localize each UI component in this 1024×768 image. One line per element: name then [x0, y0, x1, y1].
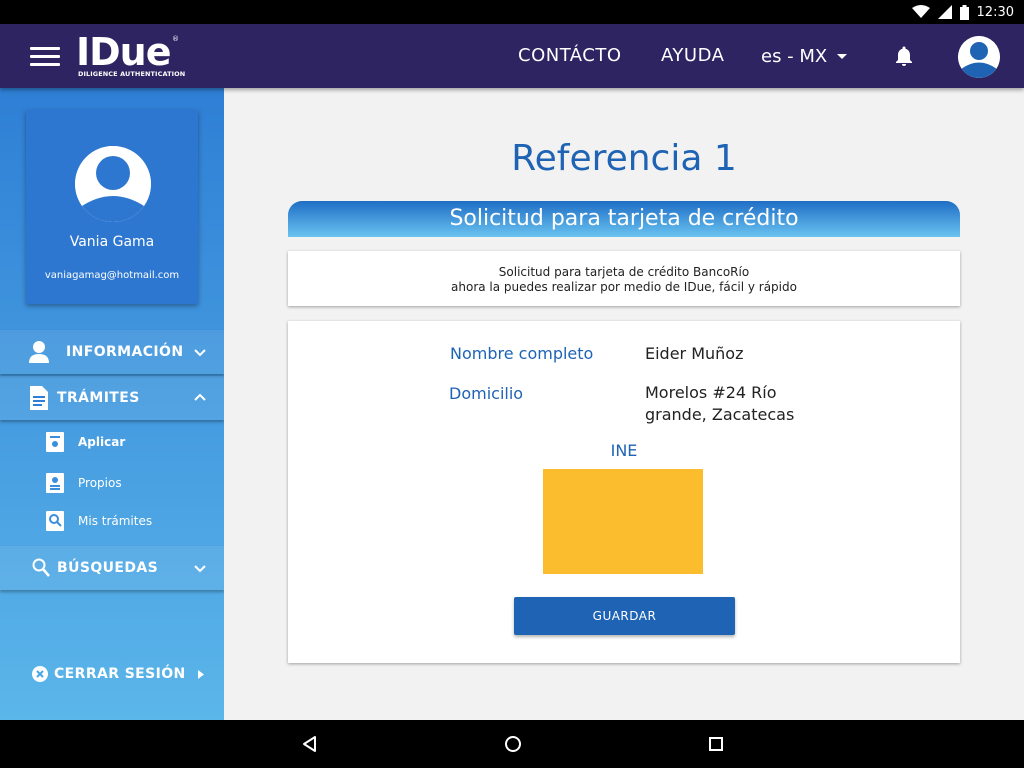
home-icon[interactable] — [501, 732, 525, 756]
profile-email: vaniagamag@hotmail.com — [44, 270, 180, 281]
name-label: Nombre completo — [450, 344, 594, 363]
ine-image-placeholder[interactable] — [543, 469, 703, 574]
document-icon — [30, 386, 48, 410]
sidebar-item-aplicar[interactable]: Aplicar — [0, 424, 224, 460]
bell-icon[interactable] — [892, 44, 916, 68]
wifi-icon — [911, 5, 930, 18]
sidebar-item-label: Propios — [78, 476, 122, 490]
hamburger-menu-icon[interactable] — [30, 44, 60, 68]
battery-icon — [959, 4, 969, 20]
sidebar-section-busquedas[interactable]: BÚSQUEDAS — [0, 546, 224, 590]
chevron-down-icon — [837, 53, 848, 59]
section-banner: Solicitud para tarjeta de crédito — [288, 201, 960, 237]
nav-contacto-link[interactable]: CONTÁCTO — [518, 24, 622, 88]
user-avatar-icon — [958, 36, 1000, 78]
main-content: Referencia 1 Solicitud para tarjeta de c… — [224, 88, 1024, 720]
name-value: Eider Muñoz — [645, 344, 744, 363]
person-icon — [29, 341, 49, 363]
save-button[interactable]: GUARDAR — [514, 597, 735, 635]
id-card-icon — [46, 473, 64, 493]
logo-registered-mark: ® — [172, 35, 179, 43]
user-avatar-icon — [75, 146, 151, 222]
sidebar-section-label: INFORMACIÓN — [66, 344, 184, 360]
logout-label: CERRAR SESIÓN — [54, 666, 186, 682]
idue-logo: IDue ® DILIGENCE AUTHENTICATION — [76, 32, 186, 82]
logo-tagline: DILIGENCE AUTHENTICATION — [78, 70, 186, 78]
logout-button[interactable]: CERRAR SESIÓN — [0, 656, 224, 692]
logo-wordmark: IDue — [76, 30, 172, 74]
application-form-icon — [46, 432, 64, 452]
address-value-line-2: grande, Zacatecas — [645, 405, 795, 424]
chevron-down-icon — [194, 565, 206, 573]
search-icon — [32, 558, 50, 577]
sidebar-item-propios[interactable]: Propios — [0, 465, 224, 501]
close-circle-icon — [32, 666, 48, 682]
sidebar-section-label: BÚSQUEDAS — [57, 560, 159, 576]
top-app-bar: IDue ® DILIGENCE AUTHENTICATION CONTÁCTO… — [0, 24, 1024, 88]
document-search-icon — [46, 511, 64, 531]
system-status-bar: 12:30 — [0, 0, 1024, 24]
back-icon[interactable] — [298, 732, 322, 756]
profile-card: Vania Gama vaniagamag@hotmail.com — [26, 110, 198, 304]
nav-ayuda-link[interactable]: AYUDA — [661, 24, 724, 88]
chevron-down-icon — [194, 349, 206, 357]
profile-name: Vania Gama — [69, 234, 155, 250]
recent-apps-icon[interactable] — [704, 732, 728, 756]
address-value-line-1: Morelos #24 Río — [645, 383, 777, 402]
profile-avatar — [75, 146, 151, 222]
sidebar-section-informacion[interactable]: INFORMACIÓN — [0, 330, 224, 374]
sidebar-section-tramites[interactable]: TRÁMITES — [0, 376, 224, 420]
ine-label: INE — [610, 441, 638, 460]
sidebar-item-label: Mis trámites — [78, 514, 153, 528]
info-text-line-2: ahora la puedes realizar por medio de ID… — [451, 280, 797, 294]
cell-signal-icon — [937, 5, 952, 19]
system-navigation-bar — [0, 720, 1024, 768]
info-card: Solicitud para tarjeta de crédito BancoR… — [288, 251, 960, 306]
sidebar-section-label: TRÁMITES — [57, 390, 140, 406]
caret-right-icon — [198, 670, 204, 679]
info-text-line-1: Solicitud para tarjeta de crédito BancoR… — [498, 265, 750, 279]
sidebar: Vania Gama vaniagamag@hotmail.com INFORM… — [0, 88, 224, 720]
chevron-up-icon — [194, 393, 206, 401]
language-value: es - MX — [761, 45, 828, 67]
page-title: Referencia 1 — [511, 138, 737, 179]
status-time: 12:30 — [976, 4, 1014, 20]
sidebar-item-label: Aplicar — [78, 435, 126, 449]
address-label: Domicilio — [449, 384, 524, 403]
sidebar-item-mis-tramites[interactable]: Mis trámites — [0, 503, 224, 539]
language-selector[interactable]: es - MX — [761, 24, 848, 88]
user-avatar-button[interactable] — [958, 36, 1000, 78]
reference-form-card: Nombre completo Eider Muñoz Domicilio Mo… — [288, 321, 960, 663]
